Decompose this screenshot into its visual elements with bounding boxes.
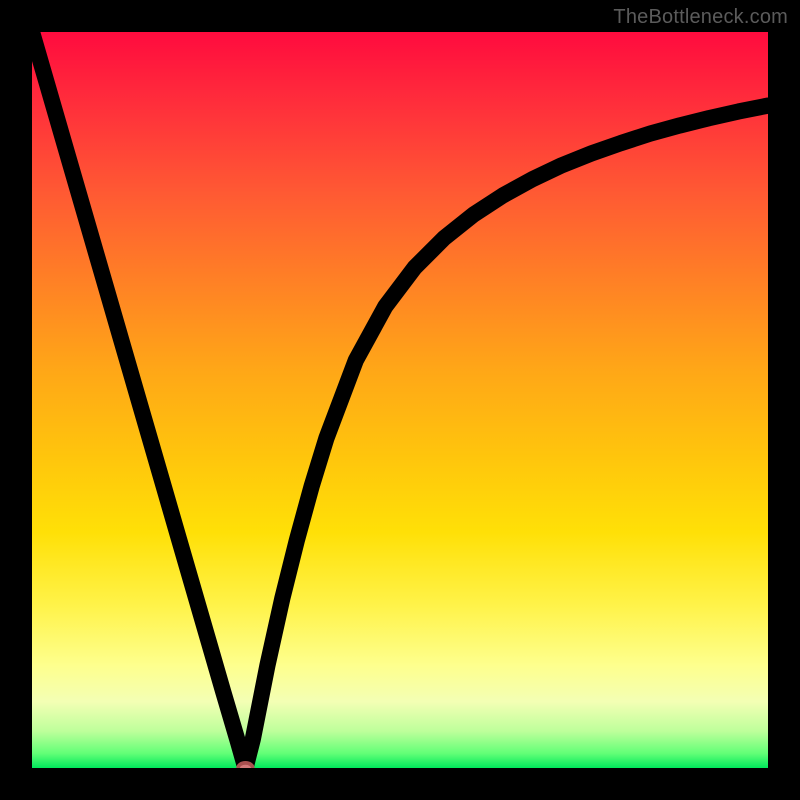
watermark-text: TheBottleneck.com [613, 6, 788, 29]
bottleneck-curve [32, 32, 768, 768]
plot-area [32, 32, 768, 768]
chart-frame: TheBottleneck.com [0, 0, 800, 800]
optimum-marker [238, 763, 253, 768]
plot-svg [32, 32, 768, 768]
